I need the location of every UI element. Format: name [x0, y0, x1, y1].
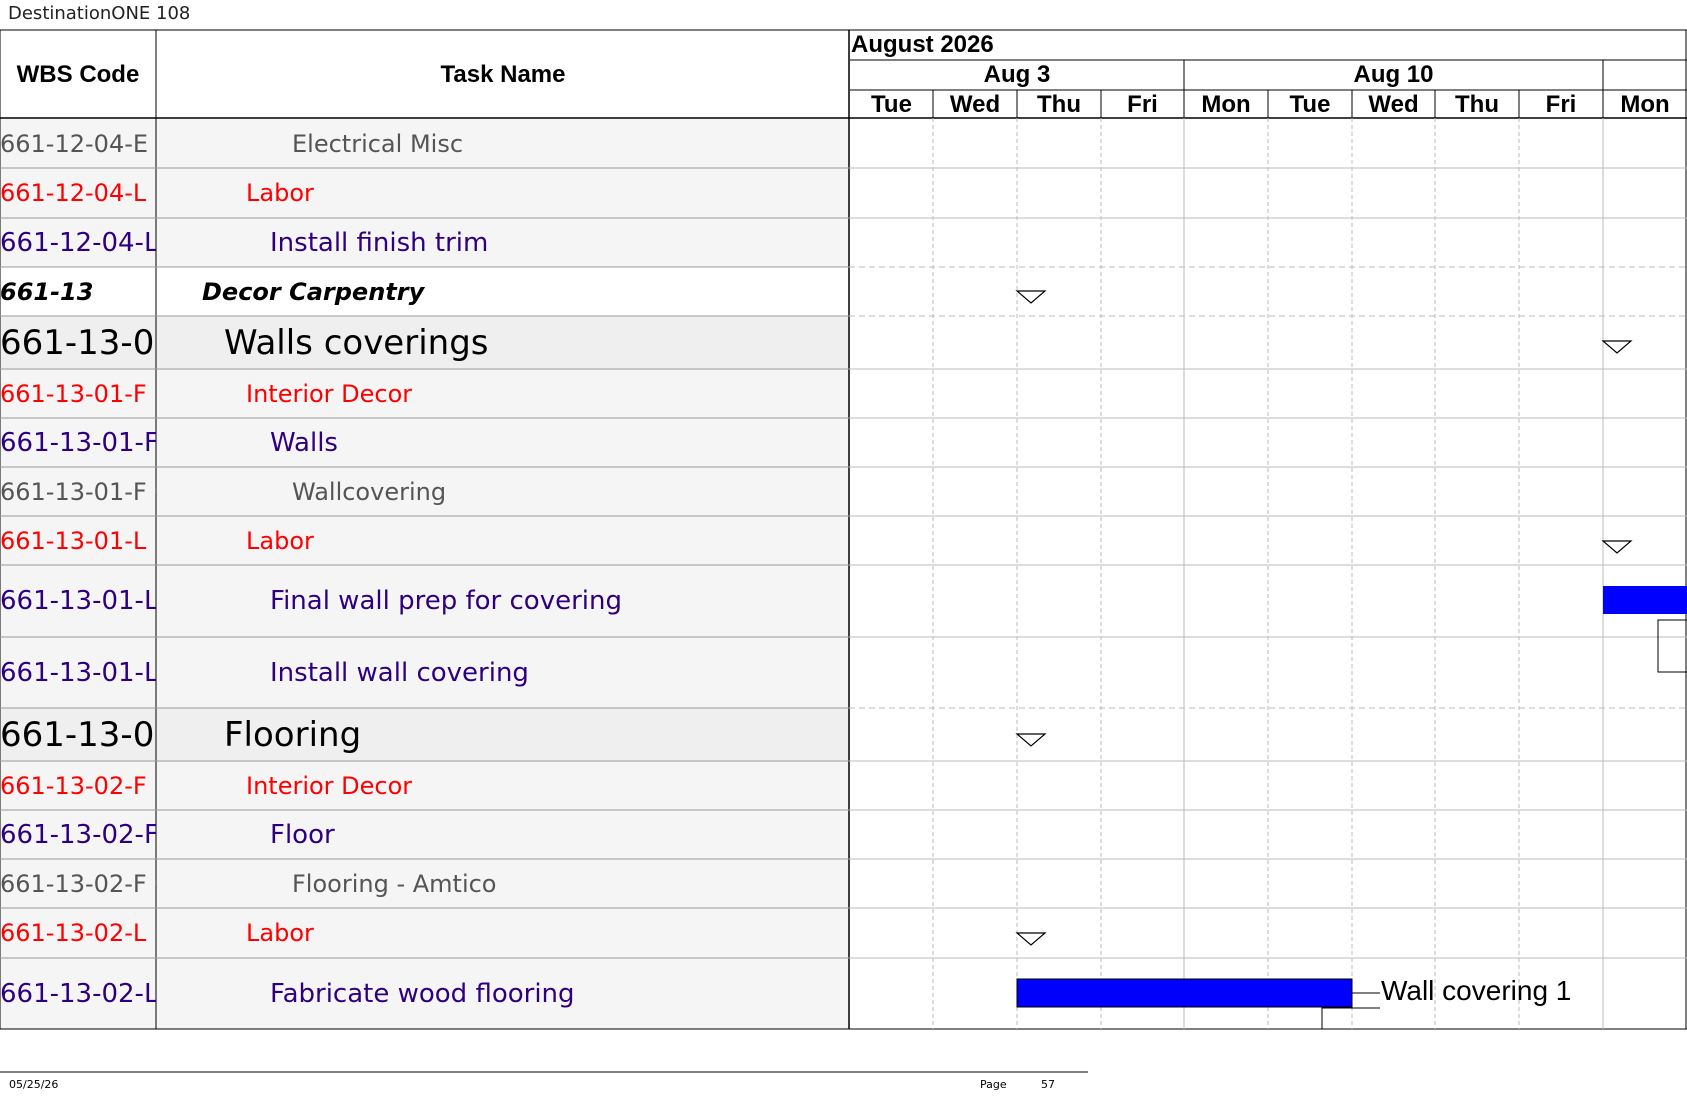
wbs-code-cell: 661-13-02-F: [0, 819, 156, 850]
gantt-bar: [1603, 586, 1687, 614]
day-header-fri: Fri: [1545, 90, 1577, 118]
day-header-thu: Thu: [1455, 90, 1499, 118]
table-row[interactable]: 661-13-01 Walls coverings: [0, 316, 849, 369]
task-name-cell: Electrical Misc: [292, 129, 464, 158]
table-row[interactable]: 661-13-02-L Labor: [0, 908, 849, 958]
day-header-fri: Fri: [1127, 90, 1158, 118]
summary-milestone-icon: [1601, 540, 1633, 554]
wbs-code-cell: 661-13-01: [0, 322, 156, 363]
gantt-bar: [1016, 978, 1353, 1008]
day-header-thu: Thu: [1037, 90, 1081, 118]
day-header-mon: Mon: [1620, 90, 1670, 118]
wbs-code-cell: 661-13-01-L: [0, 586, 156, 616]
summary-milestone-icon: [1015, 733, 1047, 747]
wbs-code-cell: 661-13-02-L: [0, 978, 156, 1009]
task-name-cell: Interior Decor: [246, 771, 413, 800]
table-row[interactable]: 661-12-04-E 0 Electrical Misc: [0, 119, 849, 168]
task-name-cell: Walls: [270, 427, 338, 458]
summary-milestone-icon: [1015, 290, 1047, 304]
wbs-code-cell: 661-13-01-F 0: [0, 477, 156, 506]
wbs-code-cell: 661-13-01-F: [0, 427, 156, 458]
task-name-cell: Walls coverings: [224, 322, 489, 363]
wbs-code-header[interactable]: WBS Code: [0, 31, 156, 118]
dependency-connector: [1321, 1007, 1380, 1029]
footer-page-number: 57: [1041, 1078, 1055, 1091]
table-row[interactable]: 661-13-01-F 0 Wallcovering: [0, 467, 849, 516]
day-header-wed: Wed: [949, 90, 1001, 118]
footer-date: 05/25/26: [9, 1078, 59, 1091]
wbs-code-cell: 661-12-04-E 0: [0, 129, 156, 158]
task-name-cell: Final wall prep for covering: [270, 586, 622, 616]
task-name-cell: Wallcovering: [292, 477, 447, 506]
timeline-month: August 2026: [851, 31, 994, 58]
day-header-tue: Tue: [1289, 90, 1331, 118]
week-aug-3: Aug 3: [983, 61, 1051, 88]
table-row[interactable]: 661-13-01-F Walls: [0, 418, 849, 467]
task-name-cell: Flooring - Amtico: [292, 869, 497, 898]
task-name-cell: Decor Carpentry: [202, 277, 425, 306]
day-header-wed: Wed: [1368, 90, 1419, 118]
wbs-code-cell: 661-13-02-F 0: [0, 869, 156, 898]
bar-label-wall-covering: Wall covering 1: [1381, 975, 1572, 1006]
task-name-cell: Fabricate wood flooring: [270, 978, 575, 1009]
wbs-code-cell: 661-13-01-F: [0, 379, 147, 408]
task-name-cell: Labor: [246, 526, 314, 555]
task-name-cell: Install finish trim: [270, 227, 489, 258]
wbs-code-cell: 661-13: [0, 277, 94, 306]
task-name-cell: Interior Decor: [246, 379, 413, 408]
table-row[interactable]: 661-13-02-F 0 Flooring - Amtico: [0, 859, 849, 908]
table-row[interactable]: 661-13 Decor Carpentry: [0, 267, 849, 316]
wbs-code-cell: 661-13-02: [0, 714, 156, 755]
task-name-cell: Install wall covering: [270, 657, 529, 688]
wbs-code-cell: 661-12-04-L: [0, 179, 147, 207]
day-header-mon: Mon: [1201, 90, 1251, 118]
week-aug-10: Aug 10: [1353, 61, 1434, 88]
dependency-connector: [1657, 619, 1687, 673]
day-header-tue: Tue: [871, 90, 912, 118]
table-row[interactable]: 661-13-01-L Install wall covering: [0, 637, 849, 708]
table-row[interactable]: 661-13-02-L Fabricate wood flooring: [0, 958, 849, 1029]
task-name-header[interactable]: Task Name: [157, 31, 849, 118]
wbs-code-cell: 661-13-02-L: [0, 919, 147, 947]
table-row[interactable]: 661-13-02 Flooring: [0, 708, 849, 761]
summary-milestone-icon: [1601, 340, 1633, 354]
wbs-code-cell: 661-13-01-L: [0, 526, 147, 555]
table-row[interactable]: 661-13-01-L Labor: [0, 516, 849, 565]
task-name-cell: Floor: [270, 819, 335, 850]
wbs-code-cell: 661-13-01-L: [0, 657, 156, 688]
table-row[interactable]: 661-13-01-F Interior Decor: [0, 369, 849, 418]
table-row[interactable]: 661-13-01-L Final wall prep for covering: [0, 565, 849, 637]
footer-page-label: Page: [980, 1078, 1007, 1091]
table-row[interactable]: 661-12-04-L Labor: [0, 168, 849, 218]
wbs-code-cell: 661-12-04-L: [0, 227, 156, 258]
table-row[interactable]: 661-13-02-F Interior Decor: [0, 761, 849, 810]
task-name-cell: Labor: [246, 179, 314, 207]
wbs-code-cell: 661-13-02-F: [0, 771, 147, 800]
summary-milestone-icon: [1015, 932, 1047, 946]
table-row[interactable]: 661-12-04-L Install finish trim: [0, 218, 849, 267]
task-name-cell: Flooring: [224, 714, 362, 755]
task-name-cell: Labor: [246, 919, 314, 947]
table-row[interactable]: 661-13-02-F Floor: [0, 810, 849, 859]
